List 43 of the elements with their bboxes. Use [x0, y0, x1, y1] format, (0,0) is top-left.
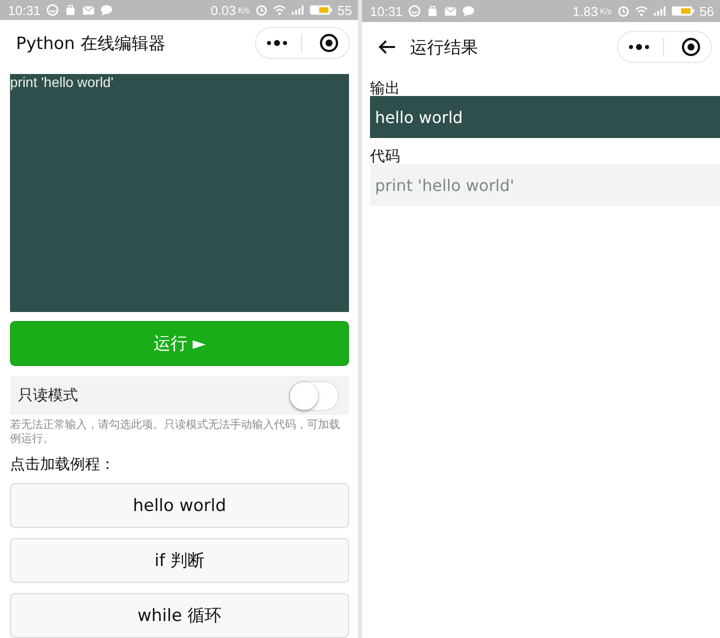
battery-icon: [308, 4, 333, 16]
code-box: print 'hello world': [370, 164, 720, 206]
signal-icon: [652, 5, 666, 17]
chat-icon: [100, 4, 113, 16]
output-box: hello world: [370, 96, 720, 138]
code-label: 代码: [370, 148, 401, 164]
alarm-icon: [616, 5, 630, 17]
status-time: 10:31: [8, 2, 41, 18]
battery-level: 56: [700, 4, 714, 18]
mail-icon: [82, 4, 95, 16]
mail-icon: [444, 5, 457, 17]
wifi-icon: [634, 5, 648, 17]
smiley-icon: [408, 5, 421, 17]
page-title: 运行结果: [410, 36, 478, 58]
example-button[interactable]: hello world: [10, 483, 349, 528]
speed-unit: K/s: [600, 6, 612, 16]
hint-text: 若无法正常输入，请勾选此项。只读模式无法手动输入代码，可加载例运行。: [10, 418, 341, 446]
wifi-icon: [272, 4, 286, 16]
output-label: 输出: [370, 80, 401, 96]
more-icon[interactable]: [628, 43, 650, 51]
battery-level: 55: [338, 2, 352, 18]
example-button[interactable]: while 循环: [10, 593, 349, 638]
network-speed: 1.83: [572, 4, 598, 18]
chat-icon: [462, 5, 475, 17]
network-speed: 0.03: [210, 2, 236, 18]
speed-unit: K/s: [238, 6, 250, 15]
examples-label: 点击加载例程：: [10, 455, 116, 474]
close-target-icon[interactable]: [319, 33, 339, 54]
readonly-label: 只读模式: [18, 386, 78, 405]
signal-icon: [290, 4, 304, 16]
example-button[interactable]: if 判断: [10, 538, 349, 583]
smiley-icon: [46, 4, 59, 16]
back-arrow-icon[interactable]: [378, 39, 396, 55]
more-icon[interactable]: [266, 39, 288, 48]
status-time: 10:31: [370, 4, 403, 18]
readonly-switch[interactable]: [289, 380, 339, 410]
bag-icon: [426, 5, 439, 17]
code-editor[interactable]: print 'hello world': [10, 74, 349, 312]
page-title: Python 在线编辑器: [16, 32, 166, 55]
bag-icon: [64, 4, 77, 16]
alarm-icon: [254, 4, 268, 16]
battery-icon: [670, 5, 695, 17]
close-target-icon[interactable]: [681, 37, 701, 57]
